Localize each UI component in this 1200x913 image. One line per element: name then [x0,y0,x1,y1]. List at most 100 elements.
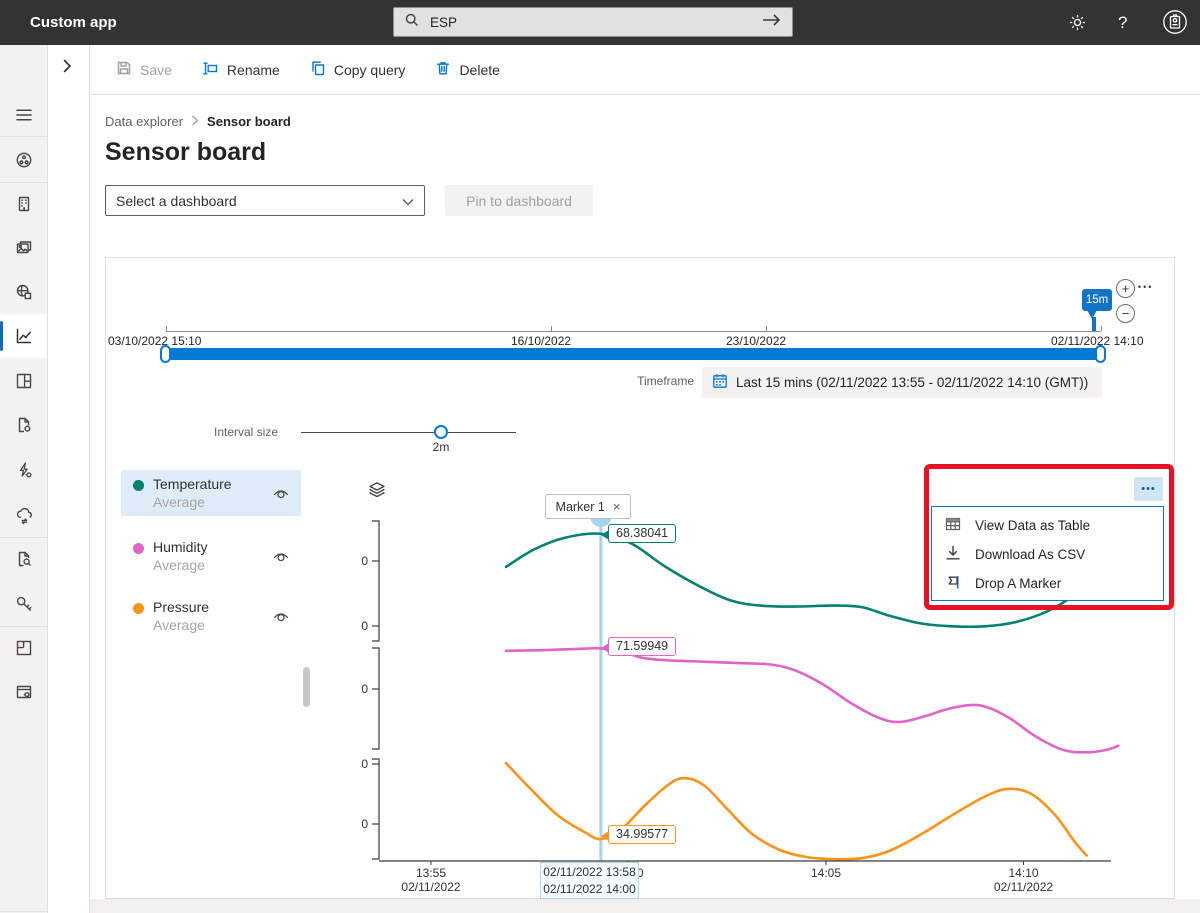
marker-time-range-box: 02/11/2022 13:58 02/11/2022 14:00 [540,862,639,899]
settings-gear-icon[interactable] [1068,13,1087,32]
timeline-tick [1101,326,1102,331]
table-icon [945,516,961,535]
interval-size-value: 2m [426,440,456,454]
timeline-mid-label: 23/10/2022 [726,334,786,348]
marker-label-box[interactable]: Marker 1 × [545,494,631,519]
sidebar-item-devices[interactable] [0,182,47,226]
copy-query-button[interactable]: Copy query [310,60,406,79]
svg-text:14:05: 14:05 [811,866,841,880]
hamburger-menu-icon[interactable] [0,93,47,137]
sidebar-item-device-templates[interactable] [0,226,47,270]
query-toolbar: Save Rename Copy query Delete [90,45,1200,95]
menu-item-view-data-as-table[interactable]: View Data as Table [932,511,1163,540]
save-icon [116,60,132,79]
search-input[interactable] [428,14,762,31]
visibility-eye-icon[interactable] [271,606,291,631]
left-nav-rail [0,45,48,913]
svg-text:60: 60 [361,757,368,771]
svg-text:13:55: 13:55 [416,866,446,880]
search-icon [404,12,420,33]
legend-scrollbar-thumb[interactable] [303,667,310,707]
breadcrumb-parent[interactable]: Data explorer [105,114,183,129]
pressure-series-dot [133,603,144,614]
timeline-tick [766,326,767,331]
sidebar-item-customization[interactable] [0,670,47,714]
marker-flag-icon [945,574,961,593]
bottom-strip [90,899,1200,913]
timeline-range-slider[interactable] [166,348,1101,360]
timeline-zoom-in-button[interactable]: + [1116,279,1135,298]
sidebar-item-dashboards[interactable] [0,359,47,403]
copy-icon [310,60,326,79]
dashboard-select[interactable]: Select a dashboard [105,185,425,216]
svg-text:14:10: 14:10 [1008,866,1038,880]
humidity-series-dot [133,543,144,554]
help-icon[interactable]: ? [1118,13,1127,33]
timeline-window-flag[interactable]: 15m [1082,289,1112,311]
expand-chevron-icon[interactable] [59,58,75,79]
rename-icon [202,60,219,80]
timeline-axis [166,331,1101,332]
interval-size-label: Interval size [214,425,278,439]
humidity-value-callout: 71.59949 [608,637,676,656]
timeline-flag-stem [1092,317,1096,331]
sidebar-item-permissions[interactable] [0,582,47,626]
timeframe-button[interactable]: Last 15 mins (02/11/2022 13:55 - 02/11/2… [702,367,1102,398]
pin-to-dashboard-button[interactable]: Pin to dashboard [445,185,593,216]
account-badge-icon[interactable] [1160,7,1190,37]
visibility-eye-icon[interactable] [271,546,291,571]
data-explorer-card: + ••• − 15m 03/10/2022 15:10 16/10/2022 … [105,257,1175,899]
timeline-tick [551,326,552,331]
svg-text:40: 40 [361,817,368,831]
calendar-icon [712,373,728,392]
interval-slider-handle[interactable] [434,425,448,439]
rename-button[interactable]: Rename [202,60,280,80]
legend-item-pressure[interactable]: Pressure Average [121,593,301,639]
sidebar-item-edit-layout[interactable] [0,626,47,670]
legend-item-humidity[interactable]: Humidity Average [121,533,301,579]
timeline-start-label: 03/10/2022 15:10 [108,334,201,348]
timeline-zoom-out-button[interactable]: − [1116,304,1135,323]
chart-context-menu: View Data as Table Download As CSV Drop … [931,506,1164,601]
temperature-value-callout: 68.38041 [608,524,676,543]
app-window: Custom app ? [0,0,1200,913]
sidebar-item-jobs[interactable] [0,448,47,492]
search-submit-arrow-icon[interactable] [762,13,782,32]
range-slider-left-handle[interactable] [160,345,171,363]
timeline-tick [166,326,167,331]
menu-item-download-as-csv[interactable]: Download As CSV [932,540,1163,569]
legend-item-temperature[interactable]: Temperature Average [121,470,301,516]
chevron-down-icon [402,193,414,209]
range-slider-right-handle[interactable] [1095,345,1106,363]
sidebar-item-data-explorer[interactable] [0,314,47,358]
sidebar-item-data-export[interactable] [0,493,47,537]
chart-more-button[interactable]: ••• [1134,477,1163,501]
breadcrumb-chevron-icon [191,114,199,129]
marker-close-icon[interactable]: × [613,500,621,513]
temperature-series-dot [133,480,144,491]
trash-icon [435,60,451,79]
sidebar-item-overview[interactable] [0,138,47,182]
sidebar-item-rules[interactable] [0,403,47,447]
top-bar: Custom app ? [0,0,1200,45]
timeline-mid-label: 16/10/2022 [511,334,571,348]
panel-collapse-column [48,45,90,913]
interval-slider-track[interactable] [301,432,516,433]
svg-text:40: 40 [361,619,368,633]
menu-item-drop-a-marker[interactable]: Drop A Marker [932,569,1163,598]
save-button[interactable]: Save [116,60,172,79]
sidebar-item-device-groups[interactable] [0,270,47,314]
svg-text:02/11/2022: 02/11/2022 [994,880,1053,894]
search-box[interactable] [393,7,793,37]
svg-text:60: 60 [361,554,368,568]
breadcrumb-current: Sensor board [207,114,291,129]
visibility-eye-icon[interactable] [271,483,291,508]
delete-button[interactable]: Delete [435,60,499,79]
sidebar-item-audit-logs[interactable] [0,537,47,581]
pressure-value-callout: 34.99577 [608,825,676,844]
timeline-more-icon[interactable]: ••• [1138,282,1153,292]
timeframe-label: Timeframe [606,374,694,388]
app-title: Custom app [30,0,117,45]
breadcrumb: Data explorer Sensor board [105,114,291,129]
svg-text:60: 60 [361,682,368,696]
